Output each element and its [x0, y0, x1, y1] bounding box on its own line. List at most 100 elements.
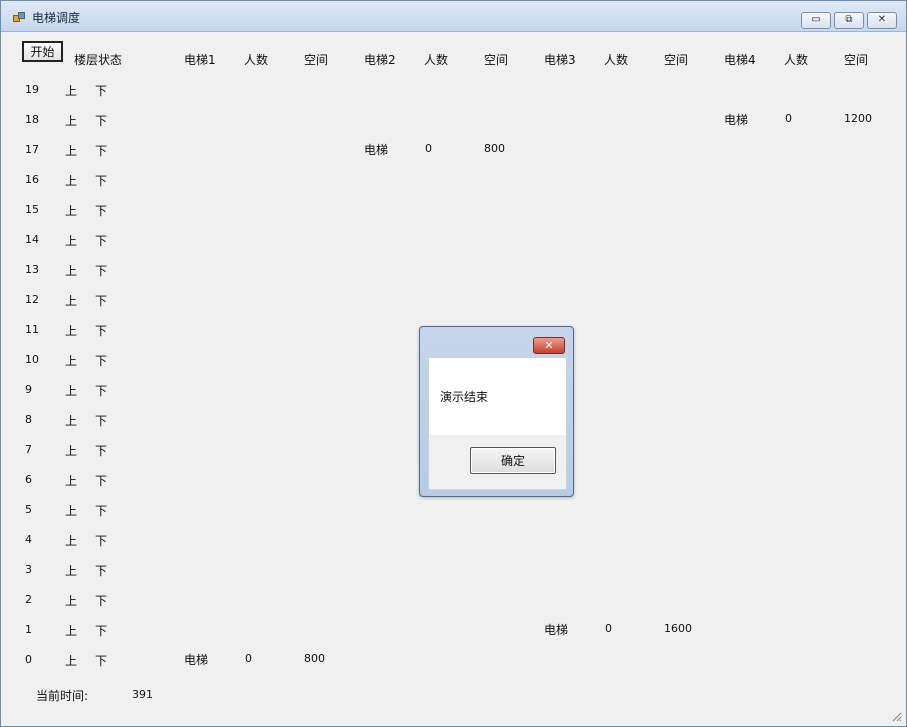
current-time-label: 当前时间: [36, 689, 89, 703]
floor-up-button[interactable]: 上 [65, 562, 77, 579]
floor-up-button[interactable]: 上 [65, 592, 77, 609]
app-icon [13, 12, 25, 22]
floor-up-button[interactable]: 上 [65, 172, 77, 189]
elevator1-space-header: 空间 [304, 53, 329, 67]
floor-up-button[interactable]: 上 [65, 142, 77, 159]
elevator3-people-header: 人数 [604, 53, 629, 67]
elevator4-cab: 电梯 [724, 113, 749, 127]
floor-number: 18 [25, 113, 39, 126]
elevator3-space: 1600 [664, 622, 692, 635]
elevator1-header: 电梯1 [184, 53, 216, 67]
floor-number: 14 [25, 233, 39, 246]
floor-up-button[interactable]: 上 [65, 262, 77, 279]
floor-up-button[interactable]: 上 [65, 112, 77, 129]
floor-down-button[interactable]: 下 [95, 442, 107, 459]
close-button[interactable]: ✕ [867, 12, 897, 29]
floor-down-button[interactable]: 下 [95, 472, 107, 489]
elevator1-people-header: 人数 [244, 53, 269, 67]
floor-down-button[interactable]: 下 [95, 562, 107, 579]
elevator3-cab: 电梯 [544, 623, 569, 637]
floor-down-button[interactable]: 下 [95, 382, 107, 399]
floor-up-button[interactable]: 上 [65, 532, 77, 549]
floor-up-button[interactable]: 上 [65, 502, 77, 519]
floor-down-button[interactable]: 下 [95, 232, 107, 249]
floor-up-button[interactable]: 上 [65, 352, 77, 369]
floor-down-button[interactable]: 下 [95, 352, 107, 369]
floor-number: 19 [25, 83, 39, 96]
floor-number: 6 [25, 473, 32, 486]
floor-number: 12 [25, 293, 39, 306]
elevator2-people: 0 [425, 142, 432, 155]
elevator3-header: 电梯3 [544, 53, 576, 67]
floor-number: 3 [25, 563, 32, 576]
elevator2-space-header: 空间 [484, 53, 509, 67]
floor-down-button[interactable]: 下 [95, 322, 107, 339]
elevator4-space-header: 空间 [844, 53, 869, 67]
elevator2-space: 800 [484, 142, 505, 155]
floor-down-button[interactable]: 下 [95, 652, 107, 669]
elevator4-people-header: 人数 [784, 53, 809, 67]
floor-down-button[interactable]: 下 [95, 202, 107, 219]
floor-up-button[interactable]: 上 [65, 472, 77, 489]
title-bar: 电梯调度 ▭ ⧉ ✕ [1, 1, 906, 32]
floor-number: 5 [25, 503, 32, 516]
floor-up-button[interactable]: 上 [65, 292, 77, 309]
dialog-message-area: 演示结束 [429, 358, 566, 435]
floor-up-button[interactable]: 上 [65, 442, 77, 459]
elevator1-space: 800 [304, 652, 325, 665]
floor-number: 8 [25, 413, 32, 426]
floor-up-button[interactable]: 上 [65, 202, 77, 219]
elevator4-people: 0 [785, 112, 792, 125]
dialog-close-button[interactable]: ✕ [533, 337, 565, 354]
ok-button[interactable]: 确定 [470, 447, 556, 474]
floor-number: 2 [25, 593, 32, 606]
floor-down-button[interactable]: 下 [95, 172, 107, 189]
floor-down-button[interactable]: 下 [95, 112, 107, 129]
message-dialog: ✕ 演示结束 确定 [419, 326, 574, 497]
floor-number: 15 [25, 203, 39, 216]
floor-down-button[interactable]: 下 [95, 262, 107, 279]
floor-down-button[interactable]: 下 [95, 292, 107, 309]
floor-up-button[interactable]: 上 [65, 232, 77, 249]
floor-number: 4 [25, 533, 32, 546]
floor-number: 10 [25, 353, 39, 366]
floor-down-button[interactable]: 下 [95, 142, 107, 159]
floor-number: 9 [25, 383, 32, 396]
floor-down-button[interactable]: 下 [95, 82, 107, 99]
floor-number: 0 [25, 653, 32, 666]
floor-up-button[interactable]: 上 [65, 652, 77, 669]
elevator1-people: 0 [245, 652, 252, 665]
start-button[interactable]: 开始 [22, 41, 63, 62]
floor-down-button[interactable]: 下 [95, 592, 107, 609]
floor-down-button[interactable]: 下 [95, 412, 107, 429]
minimize-button[interactable]: ▭ [801, 12, 831, 29]
elevator3-people: 0 [605, 622, 612, 635]
dialog-body: 演示结束 确定 [428, 357, 567, 490]
elevator2-people-header: 人数 [424, 53, 449, 67]
floor-up-button[interactable]: 上 [65, 322, 77, 339]
floor-up-button[interactable]: 上 [65, 382, 77, 399]
floor-status-header: 楼层状态 [74, 53, 123, 67]
dialog-message: 演示结束 [440, 390, 489, 404]
floor-number: 16 [25, 173, 39, 186]
floor-down-button[interactable]: 下 [95, 622, 107, 639]
elevator3-space-header: 空间 [664, 53, 689, 67]
floor-up-button[interactable]: 上 [65, 82, 77, 99]
elevator1-cab: 电梯 [184, 653, 209, 667]
floor-number: 7 [25, 443, 32, 456]
elevator2-cab: 电梯 [364, 143, 389, 157]
elevator2-header: 电梯2 [364, 53, 396, 67]
floor-down-button[interactable]: 下 [95, 532, 107, 549]
floor-up-button[interactable]: 上 [65, 622, 77, 639]
elevator4-space: 1200 [844, 112, 872, 125]
floor-number: 11 [25, 323, 39, 336]
floor-down-button[interactable]: 下 [95, 502, 107, 519]
floor-up-button[interactable]: 上 [65, 412, 77, 429]
floor-number: 13 [25, 263, 39, 276]
elevator4-header: 电梯4 [724, 53, 756, 67]
resize-grip-icon[interactable] [890, 710, 902, 722]
floor-number: 17 [25, 143, 39, 156]
current-time-value: 391 [132, 688, 153, 701]
maximize-button[interactable]: ⧉ [834, 12, 864, 29]
floor-number: 1 [25, 623, 32, 636]
